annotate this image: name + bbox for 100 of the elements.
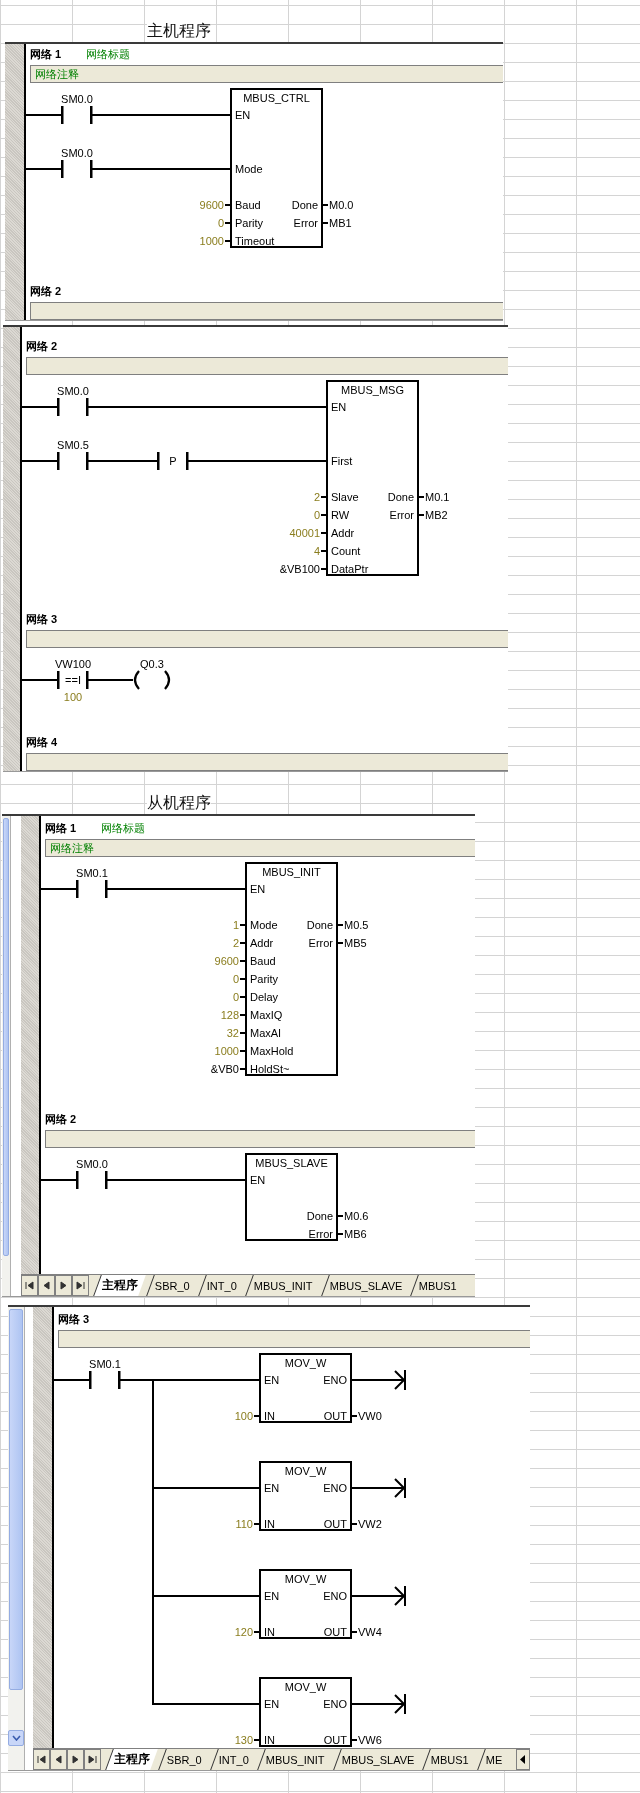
pin-wire [254, 1415, 260, 1417]
block-title: MBUS_MSG [341, 384, 404, 396]
compare-operand: 100 [63, 691, 83, 703]
pin-wire [351, 1739, 357, 1741]
pin-label: Done [306, 919, 333, 931]
rung-wire [41, 1179, 76, 1181]
pin-wire [418, 496, 424, 498]
last-tab-button[interactable] [72, 1275, 89, 1296]
block-title: MOV_W [284, 1573, 327, 1585]
pin-wire [254, 1523, 260, 1525]
output-address: MB5 [344, 937, 367, 949]
parameter-value: 4 [313, 545, 320, 557]
last-tab-button[interactable] [84, 1749, 101, 1770]
pin-wire [351, 1523, 357, 1525]
network-title: 网络 2 [30, 283, 63, 299]
parameter-value: 0 [232, 991, 239, 1003]
contact-address: VW100 [54, 658, 92, 670]
scrollbar-thumb[interactable] [9, 1309, 23, 1690]
pin-label: EN [250, 883, 266, 895]
contact-symbol [157, 452, 189, 470]
output-address: VW4 [358, 1626, 382, 1638]
skip-left-icon [25, 1281, 34, 1290]
contact-symbol [57, 398, 89, 416]
edge-label: P [169, 455, 177, 467]
block-title: MOV_W [284, 1357, 327, 1369]
pin-wire [321, 514, 327, 516]
network-title: 网络 3 [58, 1311, 91, 1327]
rung-wire [22, 460, 57, 462]
parameter-value: 1000 [199, 235, 224, 247]
eno-arrow [350, 1369, 406, 1391]
rung-wire [88, 460, 157, 462]
pin-wire [351, 1631, 357, 1633]
contact-symbol [57, 671, 89, 689]
pin-label: EN [331, 401, 347, 413]
pin-label: IN [264, 1626, 275, 1638]
pin-label: EN [250, 1174, 266, 1186]
pin-label: EN [264, 1374, 280, 1386]
chevron-down-icon [11, 1735, 21, 1741]
contact-symbol [76, 1171, 108, 1189]
first-tab-button[interactable] [21, 1275, 38, 1296]
next-tab-button[interactable] [55, 1275, 72, 1296]
rung-wire [22, 679, 57, 681]
section-heading: 主机程序 [147, 21, 211, 41]
vertical-scrollbar[interactable] [2, 816, 11, 1296]
comment-bar: 网络注释 [30, 65, 503, 83]
pin-label: First [331, 455, 353, 467]
pin-wire [240, 978, 246, 980]
pin-label: Done [387, 491, 414, 503]
pin-wire [225, 240, 231, 242]
skip-right-icon [88, 1755, 97, 1764]
pin-wire [240, 1050, 246, 1052]
output-address: M0.0 [329, 199, 354, 211]
pin-wire [240, 1032, 246, 1034]
rung-wire [26, 168, 61, 170]
pin-label: EN [264, 1482, 280, 1494]
pin-wire [254, 1631, 260, 1633]
parameter-value: 110 [235, 1518, 253, 1530]
network-title: 网络 2 [45, 1111, 78, 1127]
pin-label: IN [264, 1410, 275, 1422]
pin-label: ENO [323, 1590, 347, 1602]
rung-wire [41, 888, 76, 890]
parameter-value: 9600 [214, 955, 239, 967]
scroll-down-button[interactable] [8, 1730, 24, 1746]
pin-wire [321, 550, 327, 552]
scroll-tabs-button[interactable] [516, 1749, 530, 1770]
pin-wire [322, 204, 328, 206]
coil-symbol [134, 670, 170, 690]
pin-wire [321, 496, 327, 498]
contact-address: SM0.5 [57, 439, 89, 451]
pin-label: Count [331, 545, 361, 557]
rung-wire [26, 114, 61, 116]
output-address: VW2 [358, 1518, 382, 1530]
network-heading: 网络标题 [101, 820, 145, 836]
output-address: MB2 [425, 509, 448, 521]
sheet-tab[interactable]: 主程序 [105, 1749, 158, 1770]
pin-label: Mode [250, 919, 278, 931]
output-address: VW6 [358, 1734, 382, 1746]
parameter-value: 40001 [289, 527, 320, 539]
parameter-value: 0 [232, 973, 239, 985]
rung-wire [22, 406, 57, 408]
pin-label: ENO [323, 1482, 347, 1494]
network-title: 网络 3 [26, 611, 59, 627]
eno-arrow [350, 1693, 406, 1715]
pin-label: MaxHold [250, 1045, 294, 1057]
pin-label: OUT [323, 1626, 347, 1638]
previous-tab-button[interactable] [50, 1749, 67, 1770]
vertical-scrollbar[interactable] [8, 1307, 25, 1770]
previous-tab-button[interactable] [38, 1275, 55, 1296]
first-tab-button[interactable] [33, 1749, 50, 1770]
network-title: 网络 1 [30, 46, 63, 62]
parameter-value: &VB100 [279, 563, 320, 575]
block-title: MBUS_INIT [262, 866, 321, 878]
parameter-value: 1000 [214, 1045, 239, 1057]
scrollbar-thumb[interactable] [3, 818, 9, 1256]
next-tab-button[interactable] [67, 1749, 84, 1770]
contact-address: SM0.0 [61, 147, 93, 159]
skip-right-icon [76, 1281, 85, 1290]
contact-symbol [61, 106, 93, 124]
pin-label: Slave [331, 491, 359, 503]
sheet-tab[interactable]: 主程序 [93, 1275, 146, 1296]
